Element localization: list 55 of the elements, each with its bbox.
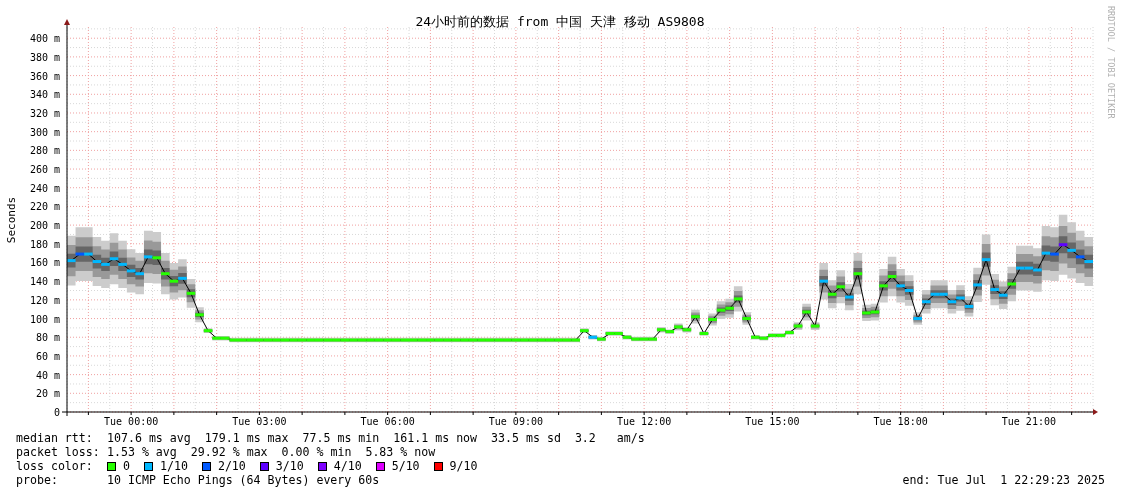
stat-value: 179.1 ms max bbox=[204, 431, 289, 445]
stat-value: 33.5 ms sd bbox=[491, 431, 561, 445]
y-tick-label: 100 m bbox=[29, 313, 60, 325]
y-tick-label: 40 m bbox=[35, 369, 60, 381]
y-tick-label: 140 m bbox=[29, 276, 60, 288]
loss-level-label: 3/10 bbox=[275, 459, 304, 473]
stat-value: 1.53 % avg bbox=[107, 445, 177, 459]
loss-level-label: 5/10 bbox=[391, 459, 420, 473]
y-tick-label: 340 m bbox=[29, 89, 60, 101]
y-tick-label: 380 m bbox=[29, 51, 60, 63]
legend-label: median rtt: bbox=[16, 431, 94, 445]
legend-label: packet loss: bbox=[16, 445, 101, 459]
loss-level-label: 9/10 bbox=[449, 459, 478, 473]
y-tick-label: 180 m bbox=[29, 238, 60, 250]
x-tick-label: Tue 03:00 bbox=[232, 416, 287, 427]
y-tick-label: 360 m bbox=[29, 70, 60, 82]
y-tick-label: 80 m bbox=[35, 332, 60, 344]
legend-label: loss color: bbox=[16, 459, 94, 473]
y-tick-label: 400 m bbox=[29, 33, 60, 45]
y-tick-label: 220 m bbox=[29, 201, 60, 213]
loss-level-label: 4/10 bbox=[333, 459, 362, 473]
y-tick-label: 20 m bbox=[35, 388, 60, 400]
stat-value: 161.1 ms now bbox=[393, 431, 478, 445]
x-tick-label: Tue 15:00 bbox=[745, 416, 800, 427]
x-tick-label: Tue 12:00 bbox=[617, 416, 672, 427]
y-tick-label: 200 m bbox=[29, 220, 60, 232]
y-tick-label: 300 m bbox=[29, 126, 60, 138]
x-tick-label: Tue 00:00 bbox=[104, 416, 159, 427]
y-tick-label: 0 bbox=[53, 407, 60, 418]
stat-value: 77.5 ms min bbox=[302, 431, 380, 445]
loss-level-label: 0 bbox=[123, 459, 130, 473]
stat-value: 107.6 ms avg bbox=[107, 431, 191, 445]
stat-value: 5.83 % now bbox=[365, 445, 436, 459]
x-tick-label: Tue 18:00 bbox=[873, 416, 928, 427]
y-axis-label: Seconds bbox=[5, 196, 18, 244]
chart-title: 24小时前的数据 from 中国 天津 移动 AS9808 bbox=[415, 14, 705, 29]
stat-value: 3.2 am/s bbox=[574, 431, 645, 445]
y-tick-label: 260 m bbox=[29, 164, 60, 176]
stat-value: 0.00 % min bbox=[281, 445, 352, 459]
y-tick-label: 280 m bbox=[29, 145, 60, 157]
legend-label: probe: bbox=[16, 473, 59, 487]
y-tick-label: 120 m bbox=[29, 294, 60, 306]
loss-level-label: 1/10 bbox=[160, 459, 188, 473]
x-tick-label: Tue 06:00 bbox=[360, 416, 415, 427]
y-tick-label: 60 m bbox=[35, 350, 60, 362]
stat-value: 29.92 % max bbox=[190, 445, 268, 459]
x-tick-label: Tue 21:00 bbox=[1001, 416, 1056, 427]
x-tick-label: Tue 09:00 bbox=[488, 416, 543, 427]
y-tick-label: 240 m bbox=[29, 182, 60, 194]
y-tick-label: 160 m bbox=[29, 257, 60, 269]
y-tick-label: 320 m bbox=[29, 107, 60, 119]
probe-description: 10 ICMP Echo Pings (64 Bytes) every 60s bbox=[107, 473, 380, 487]
credit-text: RRDTOOL / TOBI OETIKER bbox=[1106, 6, 1116, 119]
loss-level-label: 2/10 bbox=[217, 459, 246, 473]
end-time: end: Tue Jul 1 22:29:23 2025 bbox=[902, 473, 1105, 487]
